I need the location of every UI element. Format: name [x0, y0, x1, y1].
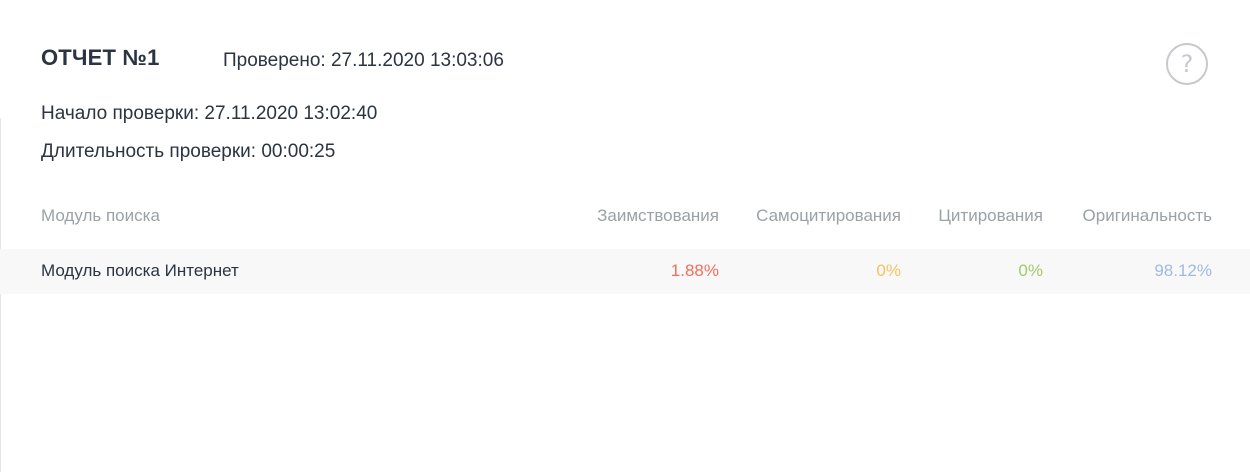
results-table-header: Модуль поиска Заимствования Самоцитирова…	[0, 196, 1250, 240]
header-self-citations: Самоцитирования	[756, 206, 901, 225]
row-self-citations-value: 0%	[876, 261, 901, 280]
checked-at-text: Проверено: 27.11.2020 13:03:06	[223, 50, 504, 71]
panel-left-border-gap	[0, 0, 1, 118]
question-circle-icon: ?	[1180, 50, 1194, 78]
row-module-name: Модуль поиска Интернет	[41, 261, 239, 280]
header-citations: Цитирования	[938, 206, 1043, 225]
table-row[interactable]: Модуль поиска Интернет 1.88% 0% 0% 98.12…	[0, 249, 1250, 294]
check-start-text: Начало проверки: 27.11.2020 13:02:40	[41, 103, 378, 124]
header-originality: Оригинальность	[1082, 206, 1212, 225]
row-originality-value: 98.12%	[1154, 261, 1212, 280]
header-module: Модуль поиска	[41, 206, 160, 225]
help-button[interactable]: ?	[1166, 43, 1208, 85]
header-borrowings: Заимствования	[597, 206, 719, 225]
row-borrowings-value: 1.88%	[670, 261, 719, 280]
row-citations-value: 0%	[1018, 261, 1043, 280]
report-title: ОТЧЕТ №1	[41, 45, 160, 70]
check-duration-text: Длительность проверки: 00:00:25	[41, 141, 336, 162]
